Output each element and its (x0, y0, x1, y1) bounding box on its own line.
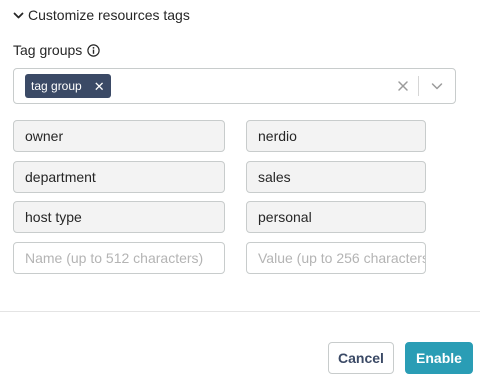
customize-tags-toggle[interactable]: Customize resources tags (13, 5, 190, 25)
tag-groups-label-row: Tag groups (13, 40, 100, 60)
footer-divider (0, 311, 480, 312)
new-tag-value-input[interactable]: Value (up to 256 characters) (246, 242, 426, 274)
section-title: Customize resources tags (28, 7, 190, 23)
tag-groups-label: Tag groups (13, 42, 83, 58)
chevron-down-icon (13, 10, 24, 21)
clear-selection-icon[interactable] (388, 69, 418, 103)
tag-value-input[interactable]: nerdio (246, 120, 426, 152)
selected-tag-group-chip: tag group ✕ (25, 74, 111, 98)
enable-button[interactable]: Enable (405, 342, 473, 374)
chip-label: tag group (31, 79, 82, 93)
chevron-down-icon[interactable] (419, 69, 455, 103)
cancel-button[interactable]: Cancel (328, 342, 394, 374)
new-tag-name-input[interactable]: Name (up to 512 characters) (13, 242, 225, 274)
tag-value-input[interactable]: sales (246, 161, 426, 193)
tag-name-input[interactable]: department (13, 161, 225, 193)
tag-groups-select[interactable]: tag group ✕ (13, 68, 456, 104)
close-icon[interactable]: ✕ (94, 80, 105, 93)
tag-name-input[interactable]: owner (13, 120, 225, 152)
tag-name-input[interactable]: host type (13, 201, 225, 233)
tag-value-input[interactable]: personal (246, 201, 426, 233)
info-icon[interactable] (87, 43, 100, 57)
